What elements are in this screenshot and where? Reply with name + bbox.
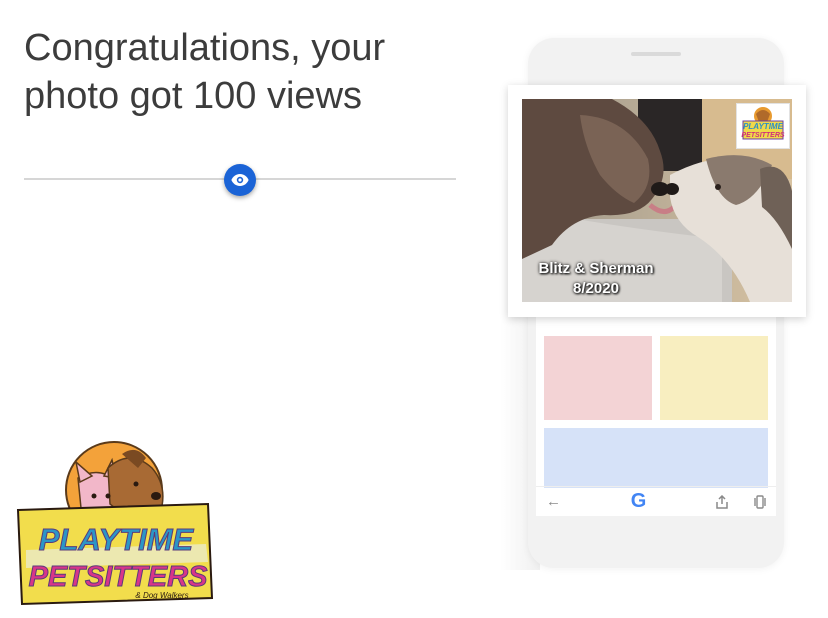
- svg-text:PETSITTERS: PETSITTERS: [741, 132, 785, 139]
- content-block-blue-wide: [544, 428, 768, 488]
- google-logo[interactable]: G: [631, 490, 647, 513]
- congratulations-heading: Congratulations, your photo got 100 view…: [24, 24, 454, 120]
- playtime-petsitters-logo-art: PLAYTIME PETSITTERS & Dog Walkers: [16, 441, 214, 606]
- phone-speaker: [631, 52, 681, 56]
- tabs-icon[interactable]: [754, 494, 766, 509]
- watermark-logo-art: PLAYTIME PETSITTERS: [741, 107, 785, 140]
- photo-caption-date: 8/2020: [573, 280, 619, 297]
- playtime-petsitters-logo: PLAYTIME PETSITTERS & Dog Walkers: [12, 438, 214, 606]
- content-block-pink: [544, 336, 652, 420]
- browser-nav-bar: ← G: [536, 486, 776, 516]
- heading-line-1: Congratulations, your: [24, 27, 386, 69]
- photo-caption-names: Blitz & Sherman: [538, 260, 654, 277]
- watermark-logo: PLAYTIME PETSITTERS: [736, 103, 790, 149]
- logo-text-petsitters: PETSITTERS: [29, 561, 209, 593]
- logo-text-playtime: PLAYTIME: [39, 522, 195, 557]
- logo-tagline: & Dog Walkers: [135, 591, 188, 600]
- nav-right-icons: [716, 494, 766, 509]
- heading-line-2: photo got 100 views: [24, 75, 363, 117]
- share-icon[interactable]: [716, 494, 728, 509]
- dogs-photo: PLAYTIME PETSITTERS Blitz & Sherman 8/20…: [522, 99, 792, 302]
- photo-card: PLAYTIME PETSITTERS Blitz & Sherman 8/20…: [508, 85, 806, 317]
- content-block-yellow: [660, 336, 768, 420]
- svg-text:PLAYTIME: PLAYTIME: [743, 122, 784, 131]
- back-arrow-icon[interactable]: ←: [546, 493, 561, 510]
- eye-icon: [231, 174, 249, 186]
- views-progress-knob: [224, 164, 256, 196]
